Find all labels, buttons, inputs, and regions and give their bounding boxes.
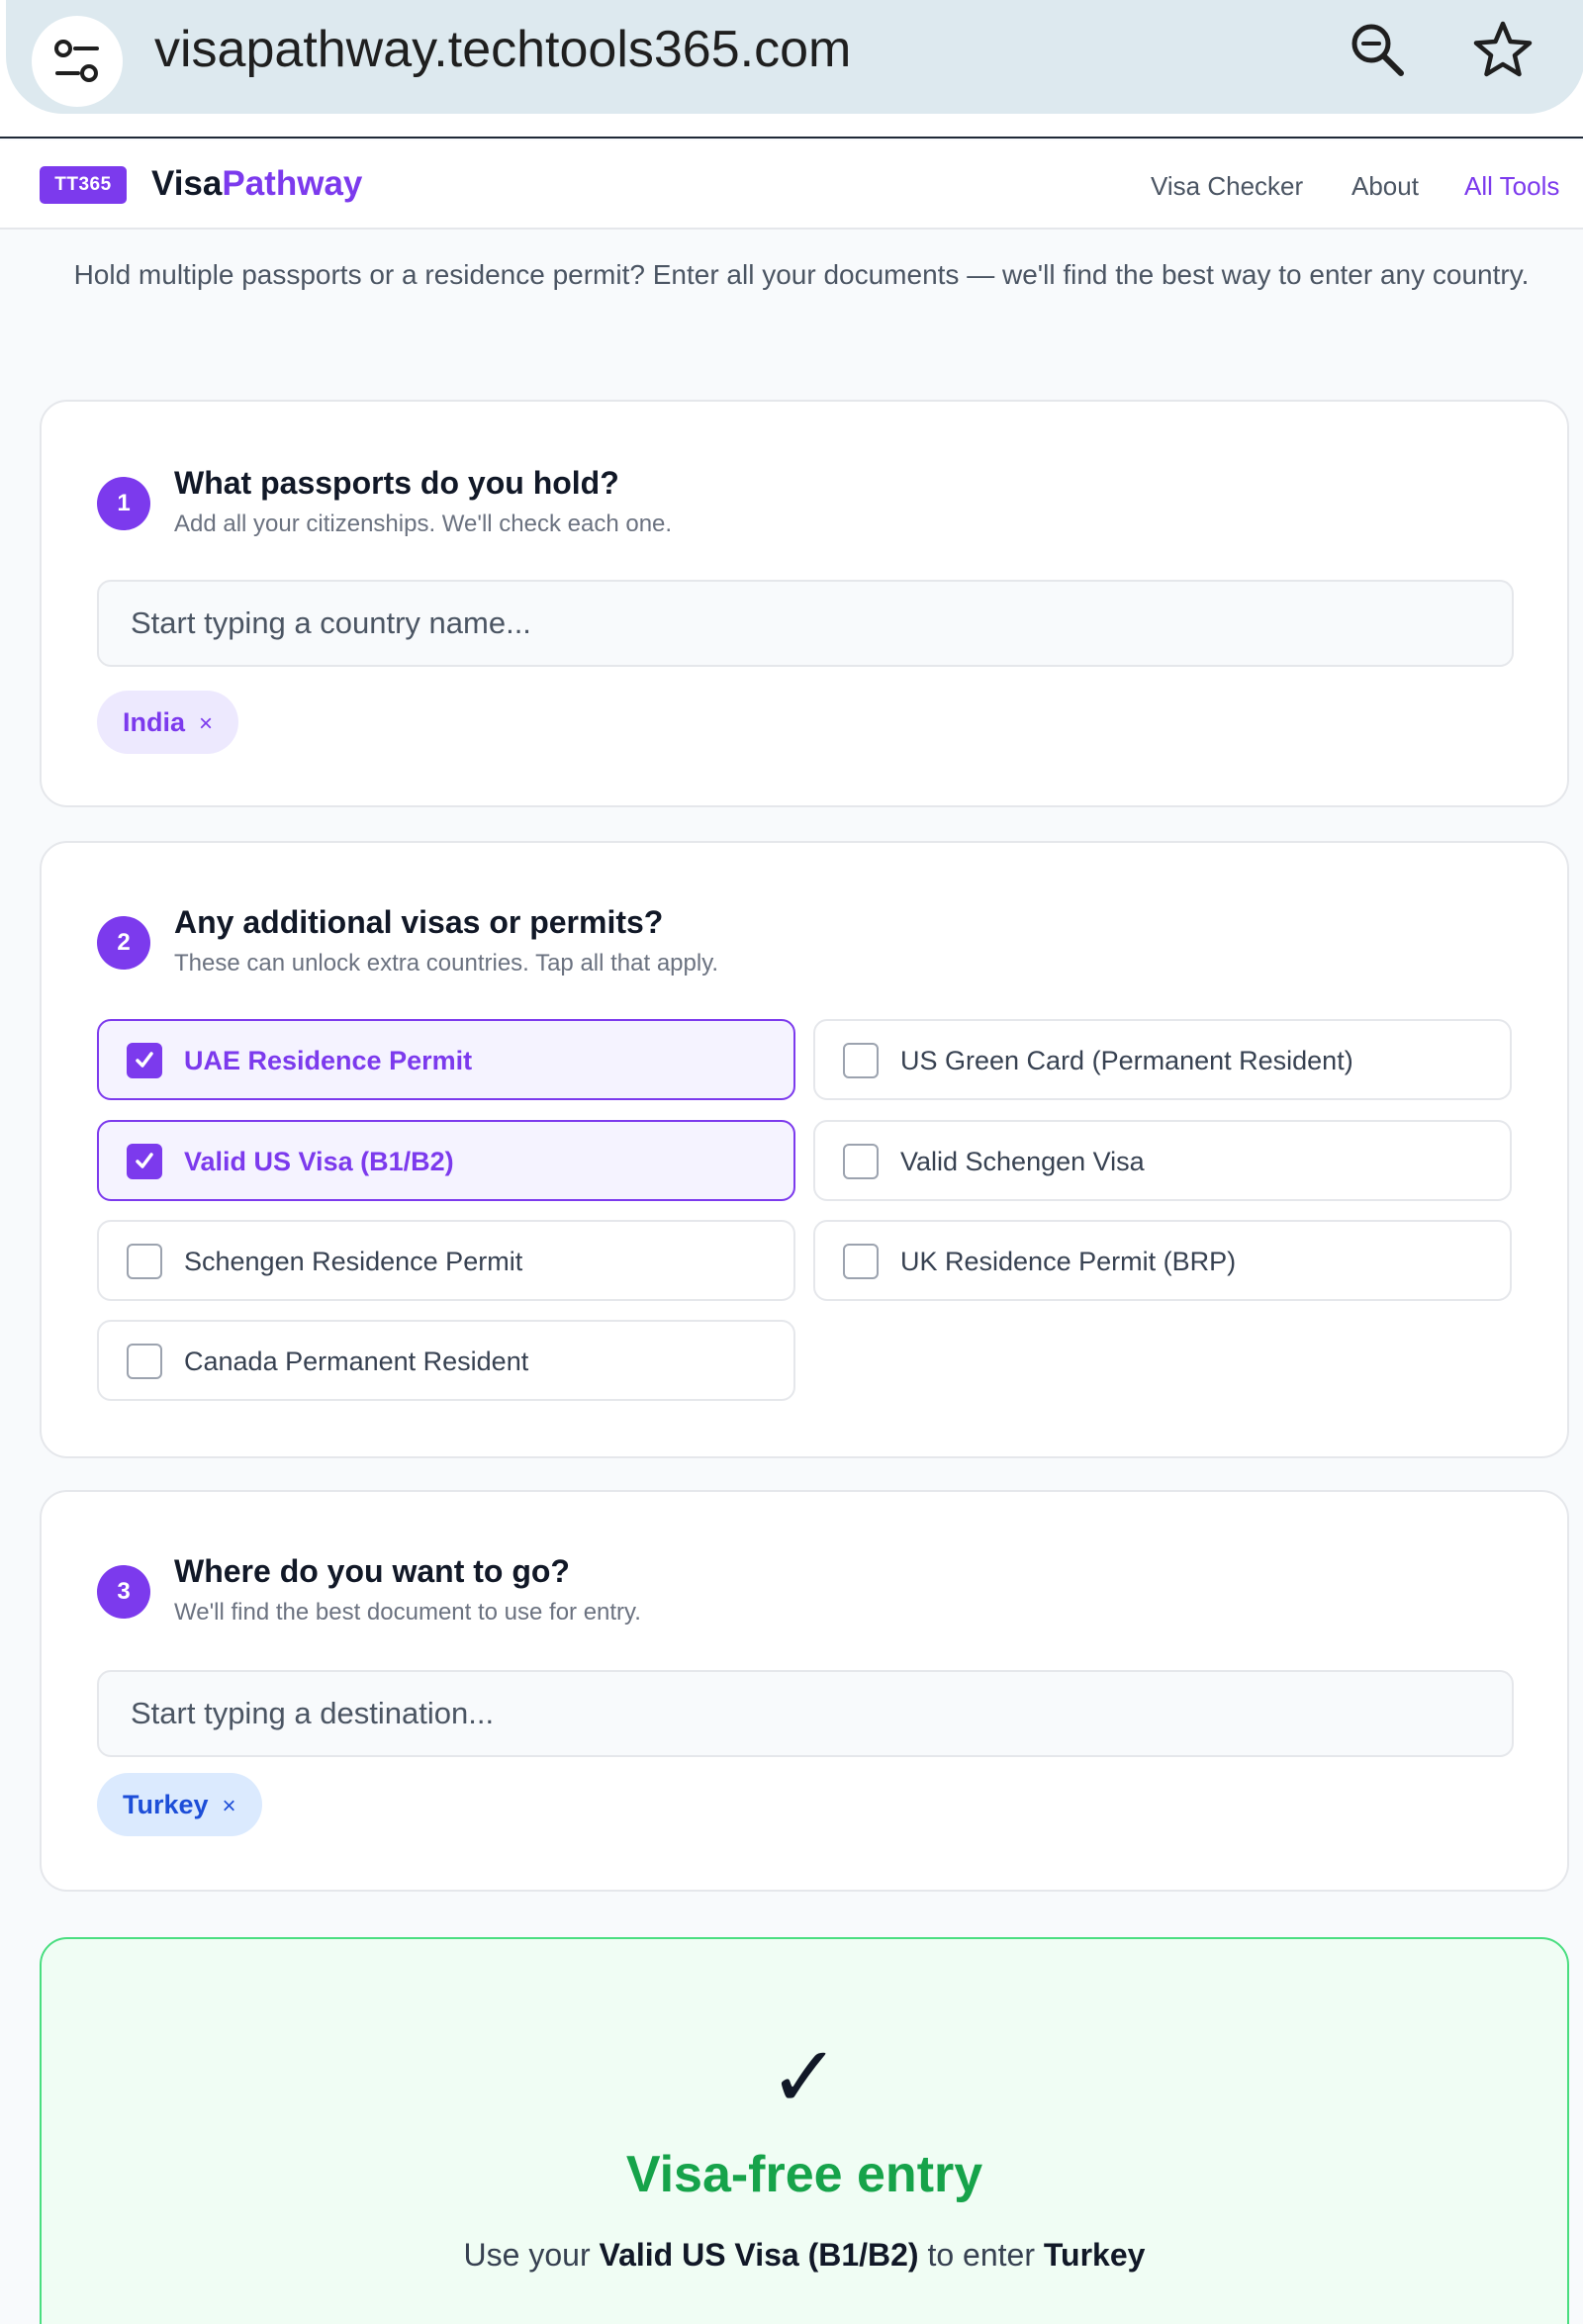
step-title: Any additional visas or permits? [174, 904, 664, 940]
step-subtitle: We'll find the best document to use for … [174, 1599, 641, 1626]
checkbox[interactable] [127, 1344, 162, 1379]
logo-text-visa: Visa [151, 164, 223, 203]
option-uk-residence-permit[interactable]: UK Residence Permit (BRP) [813, 1220, 1512, 1301]
nav-all-tools[interactable]: All Tools [1464, 170, 1559, 202]
step-number-badge: 2 [97, 916, 150, 970]
result-document: Valid US Visa (B1/B2) [599, 2237, 919, 2273]
zoom-icon[interactable] [1346, 18, 1411, 83]
step-title: Where do you want to go? [174, 1553, 570, 1589]
step-title: What passports do you hold? [174, 465, 619, 501]
passport-country-input[interactable] [97, 580, 1514, 667]
option-label: Canada Permanent Resident [184, 1347, 529, 1376]
logo-text-pathway: Pathway [222, 164, 363, 203]
option-valid-us-visa[interactable]: Valid US Visa (B1/B2) [97, 1120, 795, 1201]
step-number-badge: 3 [97, 1565, 150, 1619]
checkbox-checked[interactable] [127, 1144, 162, 1179]
nav-about[interactable]: About [1351, 170, 1419, 202]
remove-chip-button[interactable]: × [199, 710, 213, 737]
option-uae-residence-permit[interactable]: UAE Residence Permit [97, 1019, 795, 1100]
nav-visa-checker[interactable]: Visa Checker [1151, 170, 1303, 202]
tune-icon [54, 40, 99, 82]
result-card: ✓ Visa-free entry Use your Valid US Visa… [40, 1937, 1569, 2324]
remove-chip-button[interactable]: × [223, 1793, 236, 1819]
checkmark-icon: ✓ [768, 2028, 841, 2127]
browser-toolbar: visapathway.techtools365.com [0, 0, 1583, 139]
step-subtitle: These can unlock extra countries. Tap al… [174, 950, 719, 976]
checkbox[interactable] [843, 1144, 879, 1179]
site-settings-button[interactable] [32, 16, 123, 107]
step-number-badge: 1 [97, 477, 150, 530]
option-canada-permanent-resident[interactable]: Canada Permanent Resident [97, 1320, 795, 1401]
option-valid-schengen-visa[interactable]: Valid Schengen Visa [813, 1120, 1512, 1201]
option-label: UK Residence Permit (BRP) [900, 1247, 1237, 1276]
site-header: TT365 VisaPathway Visa Checker About All… [0, 140, 1583, 230]
step-subtitle: Add all your citizenships. We'll check e… [174, 511, 673, 537]
passports-card: 1 What passports do you hold? Add all yo… [40, 400, 1569, 807]
check-icon [136, 1153, 153, 1168]
destination-card: 3 Where do you want to go? We'll find th… [40, 1490, 1569, 1892]
checkbox-checked[interactable] [127, 1043, 162, 1078]
option-label: Schengen Residence Permit [184, 1247, 523, 1276]
option-label: US Green Card (Permanent Resident) [900, 1046, 1353, 1075]
passport-chip-india: India × [97, 691, 239, 754]
result-description: Use your Valid US Visa (B1/B2) to enter … [42, 2234, 1567, 2276]
logo-badge[interactable]: TT365 [40, 166, 127, 204]
destination-chip-turkey: Turkey × [97, 1773, 262, 1836]
intro-text: Hold multiple passports or a residence p… [73, 259, 1530, 290]
checkbox[interactable] [843, 1244, 879, 1279]
option-label: Valid US Visa (B1/B2) [184, 1147, 454, 1176]
result-prefix: Use your [463, 2237, 591, 2273]
result-middle: to enter [927, 2237, 1035, 2273]
permits-card: 2 Any additional visas or permits? These… [40, 841, 1569, 1458]
checkbox[interactable] [127, 1244, 162, 1279]
result-title: Visa-free entry [625, 2146, 983, 2203]
option-us-green-card[interactable]: US Green Card (Permanent Resident) [813, 1019, 1512, 1100]
address-bar[interactable]: visapathway.techtools365.com [6, 0, 1583, 114]
site-logo[interactable]: VisaPathway [151, 162, 362, 206]
destination-input[interactable] [97, 1670, 1514, 1757]
chip-label: India [123, 707, 186, 737]
result-destination: Turkey [1043, 2237, 1146, 2273]
option-label: UAE Residence Permit [184, 1046, 473, 1075]
url-text[interactable]: visapathway.techtools365.com [154, 18, 851, 81]
checkbox[interactable] [843, 1043, 879, 1078]
star-icon[interactable] [1470, 18, 1536, 83]
option-label: Valid Schengen Visa [900, 1147, 1145, 1176]
chip-label: Turkey [123, 1790, 209, 1819]
option-schengen-residence-permit[interactable]: Schengen Residence Permit [97, 1220, 795, 1301]
check-icon [136, 1052, 153, 1068]
